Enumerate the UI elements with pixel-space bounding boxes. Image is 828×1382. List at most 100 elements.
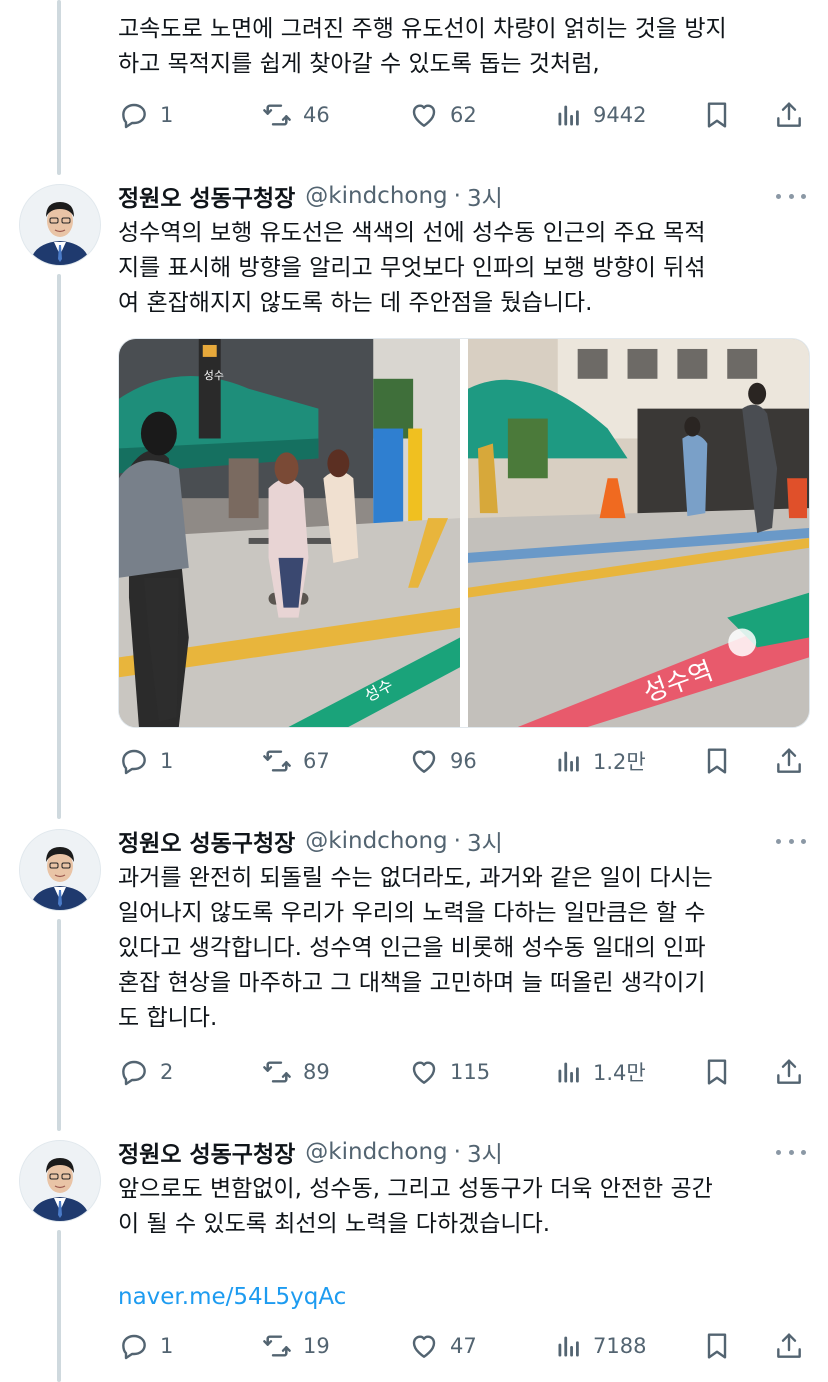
tweet-text-line: 일어나지 않도록 우리가 우리의 노력을 다하는 일만큼은 할 수 xyxy=(118,900,706,926)
more-options-button[interactable] xyxy=(776,1136,806,1168)
bar-chart-icon xyxy=(558,1336,579,1357)
views-button[interactable]: 1.4만 xyxy=(555,1052,646,1092)
like-button[interactable]: 96 xyxy=(408,741,477,781)
share-button[interactable] xyxy=(773,95,805,135)
separator-dot: · xyxy=(453,828,461,854)
author-name[interactable]: 정원오 성동구청장 xyxy=(118,824,295,858)
tweet-text-line: 이 될 수 있도록 최선의 노력을 다하겠습니다. xyxy=(118,1211,551,1237)
tweet-text-line: 지를 표시해 방향을 알리고 무엇보다 인파의 보행 방향이 뒤섞 xyxy=(118,255,706,281)
retweet-button[interactable]: 46 xyxy=(261,95,330,135)
author-name[interactable]: 정원오 성동구청장 xyxy=(118,179,295,213)
more-options-button[interactable] xyxy=(776,180,806,212)
share-button[interactable] xyxy=(773,1052,805,1092)
bookmark-icon xyxy=(707,748,727,774)
share-upload-icon xyxy=(777,102,801,127)
views-button[interactable]: 1.2만 xyxy=(555,741,646,781)
tweet-header: 정원오 성동구청장 @kindchong · 3시 xyxy=(118,180,503,212)
bookmark-icon xyxy=(707,1333,727,1359)
share-upload-icon xyxy=(777,748,801,773)
timestamp[interactable]: 3시 xyxy=(467,179,503,213)
bookmark-button[interactable] xyxy=(701,741,733,781)
reply-count: 2 xyxy=(160,1060,174,1084)
thread-line-2 xyxy=(57,919,61,1131)
ellipsis-icon xyxy=(776,838,781,844)
timestamp[interactable]: 3시 xyxy=(467,824,503,858)
retweet-button[interactable]: 19 xyxy=(261,1326,330,1366)
author-handle[interactable]: @kindchong xyxy=(305,183,447,209)
reply-count: 1 xyxy=(160,1334,174,1358)
heart-icon xyxy=(412,1335,436,1358)
share-upload-icon xyxy=(777,1333,801,1358)
heart-icon xyxy=(412,104,436,127)
reply-count: 1 xyxy=(160,749,174,773)
tweet-text: 과거를 완전히 되돌릴 수는 없더라도, 과거와 같은 일이 다시는 일어나지 … xyxy=(118,861,808,1036)
retweet-button[interactable]: 67 xyxy=(261,741,330,781)
tweet-text-line: 도 합니다. xyxy=(118,1005,218,1031)
reply-count: 1 xyxy=(160,103,174,127)
retweet-count: 19 xyxy=(303,1334,330,1358)
reply-button[interactable]: 1 xyxy=(118,741,173,781)
tweet-text-line: 하고 목적지를 쉽게 찾아갈 수 있도록 돕는 것처럼, xyxy=(118,51,600,77)
ellipsis-icon xyxy=(776,193,781,199)
timestamp[interactable]: 3시 xyxy=(467,1135,503,1169)
views-count: 7188 xyxy=(593,1334,647,1358)
author-handle[interactable]: @kindchong xyxy=(305,1139,447,1165)
photo-right[interactable]: 성수역 xyxy=(468,339,809,727)
like-count: 96 xyxy=(450,749,477,773)
like-button[interactable]: 62 xyxy=(408,95,477,135)
bookmark-icon xyxy=(707,102,727,128)
tweet-header: 정원오 성동구청장 @kindchong · 3시 xyxy=(118,1136,503,1168)
thread-line-1 xyxy=(57,274,61,819)
tweet-text-line: 여 혼잡해지지 않도록 하는 데 주안점을 뒀습니다. xyxy=(118,290,593,316)
bar-chart-icon xyxy=(558,751,579,772)
avatar[interactable] xyxy=(19,829,101,911)
like-count: 115 xyxy=(450,1060,491,1084)
more-options-button[interactable] xyxy=(776,825,806,857)
ellipsis-icon xyxy=(776,1149,781,1155)
avatar[interactable] xyxy=(19,1140,101,1222)
reply-button[interactable]: 1 xyxy=(118,95,173,135)
like-button[interactable]: 47 xyxy=(408,1326,477,1366)
like-button[interactable]: 115 xyxy=(408,1052,490,1092)
retweet-count: 89 xyxy=(303,1060,330,1084)
tweet-link[interactable]: naver.me/54L5yqAc xyxy=(118,1280,346,1315)
avatar[interactable] xyxy=(19,184,101,266)
separator-dot: · xyxy=(453,183,461,209)
tweet-text: 성수역의 보행 유도선은 색색의 선에 성수동 인근의 주요 목적 지를 표시해… xyxy=(118,216,808,321)
share-upload-icon xyxy=(777,1059,801,1084)
author-handle[interactable]: @kindchong xyxy=(305,828,447,854)
action-bar: 1 46 62 9442 xyxy=(118,95,810,135)
reply-button[interactable]: 1 xyxy=(118,1326,173,1366)
pillar-sign-text: 성수 xyxy=(204,369,224,382)
reply-button[interactable]: 2 xyxy=(118,1052,173,1092)
tweet-text-line: 혼잡 현상을 마주하고 그 대책을 고민하며 늘 떠올린 생각이기 xyxy=(118,970,706,996)
heart-icon xyxy=(412,1061,436,1084)
action-bar: 2 89 115 1.4만 xyxy=(118,1052,810,1092)
views-count: 1.4만 xyxy=(593,1061,646,1085)
speech-bubble-icon xyxy=(122,749,146,775)
thread-line-3 xyxy=(57,1230,61,1382)
photo-left[interactable]: 성수 성수 xyxy=(119,339,460,727)
views-button[interactable]: 7188 xyxy=(555,1326,646,1366)
share-button[interactable] xyxy=(773,741,805,781)
views-button[interactable]: 9442 xyxy=(555,95,646,135)
like-count: 47 xyxy=(450,1334,477,1358)
retweet-button[interactable]: 89 xyxy=(261,1052,330,1092)
retweet-arrows-icon xyxy=(263,104,291,126)
bar-chart-icon xyxy=(558,1062,579,1083)
tweet-text: 고속도로 노면에 그려진 주행 유도선이 차량이 얽히는 것을 방지 하고 목적… xyxy=(118,12,808,82)
bookmark-button[interactable] xyxy=(701,1326,733,1366)
bookmark-icon xyxy=(707,1059,727,1085)
speech-bubble-icon xyxy=(122,1060,146,1086)
action-bar: 1 67 96 1.2만 xyxy=(118,741,810,781)
tweet-text-line: 성수역의 보행 유도선은 색색의 선에 성수동 인근의 주요 목적 xyxy=(118,220,706,246)
share-button[interactable] xyxy=(773,1326,805,1366)
photo-grid: 성수 성수 성수역 xyxy=(118,338,810,728)
tweet-text-line: 앞으로도 변함없이, 성수동, 그리고 성동구가 더욱 안전한 공간 xyxy=(118,1176,713,1202)
tweet-text-line: 과거를 완전히 되돌릴 수는 없더라도, 과거와 같은 일이 다시는 xyxy=(118,865,713,891)
retweet-arrows-icon xyxy=(263,750,291,772)
author-name[interactable]: 정원오 성동구청장 xyxy=(118,1135,295,1169)
separator-dot: · xyxy=(453,1139,461,1165)
bookmark-button[interactable] xyxy=(701,95,733,135)
bookmark-button[interactable] xyxy=(701,1052,733,1092)
